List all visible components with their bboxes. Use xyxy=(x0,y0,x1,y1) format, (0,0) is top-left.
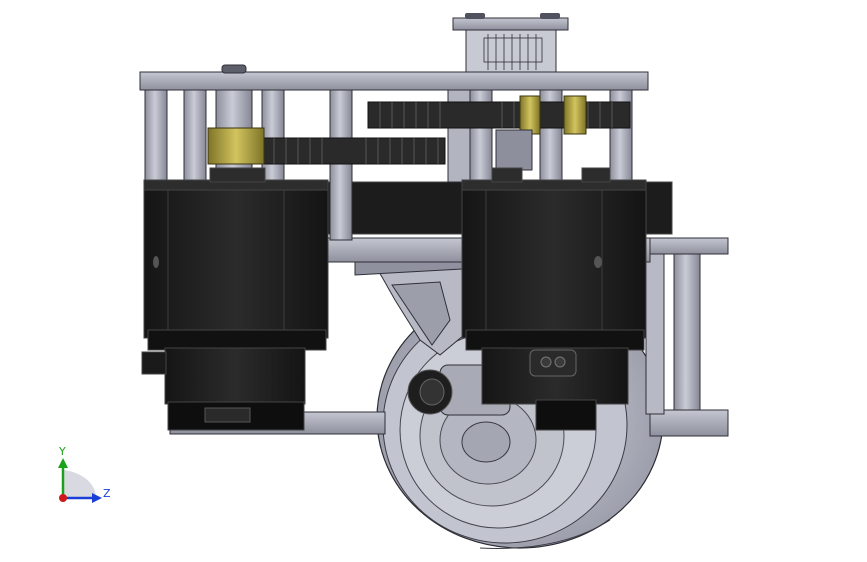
encoder-connector xyxy=(529,349,577,377)
brass-gear-right xyxy=(563,95,587,135)
motor-right[interactable] xyxy=(461,167,647,431)
top-plate[interactable] xyxy=(139,64,649,91)
origin-marker xyxy=(59,494,67,502)
motor-left[interactable] xyxy=(141,167,329,431)
axle-knob[interactable] xyxy=(407,369,453,415)
orientation-triad: Y Z xyxy=(58,445,111,503)
brass-gear-center xyxy=(519,95,541,135)
y-axis-label: Y xyxy=(58,445,66,458)
y-axis-arrowhead xyxy=(58,458,68,468)
right-bracket[interactable] xyxy=(645,237,729,437)
graphics-viewport[interactable]: Y Z xyxy=(0,0,867,562)
encoder-housing[interactable] xyxy=(452,13,569,73)
brass-gear-left xyxy=(207,127,265,165)
z-axis-arrowhead xyxy=(92,493,102,503)
z-axis-label: Z xyxy=(103,487,111,500)
screw-icon xyxy=(153,256,159,268)
connector-left xyxy=(141,351,167,375)
screw-icon xyxy=(594,256,602,268)
cad-model[interactable]: Y Z xyxy=(0,0,867,562)
